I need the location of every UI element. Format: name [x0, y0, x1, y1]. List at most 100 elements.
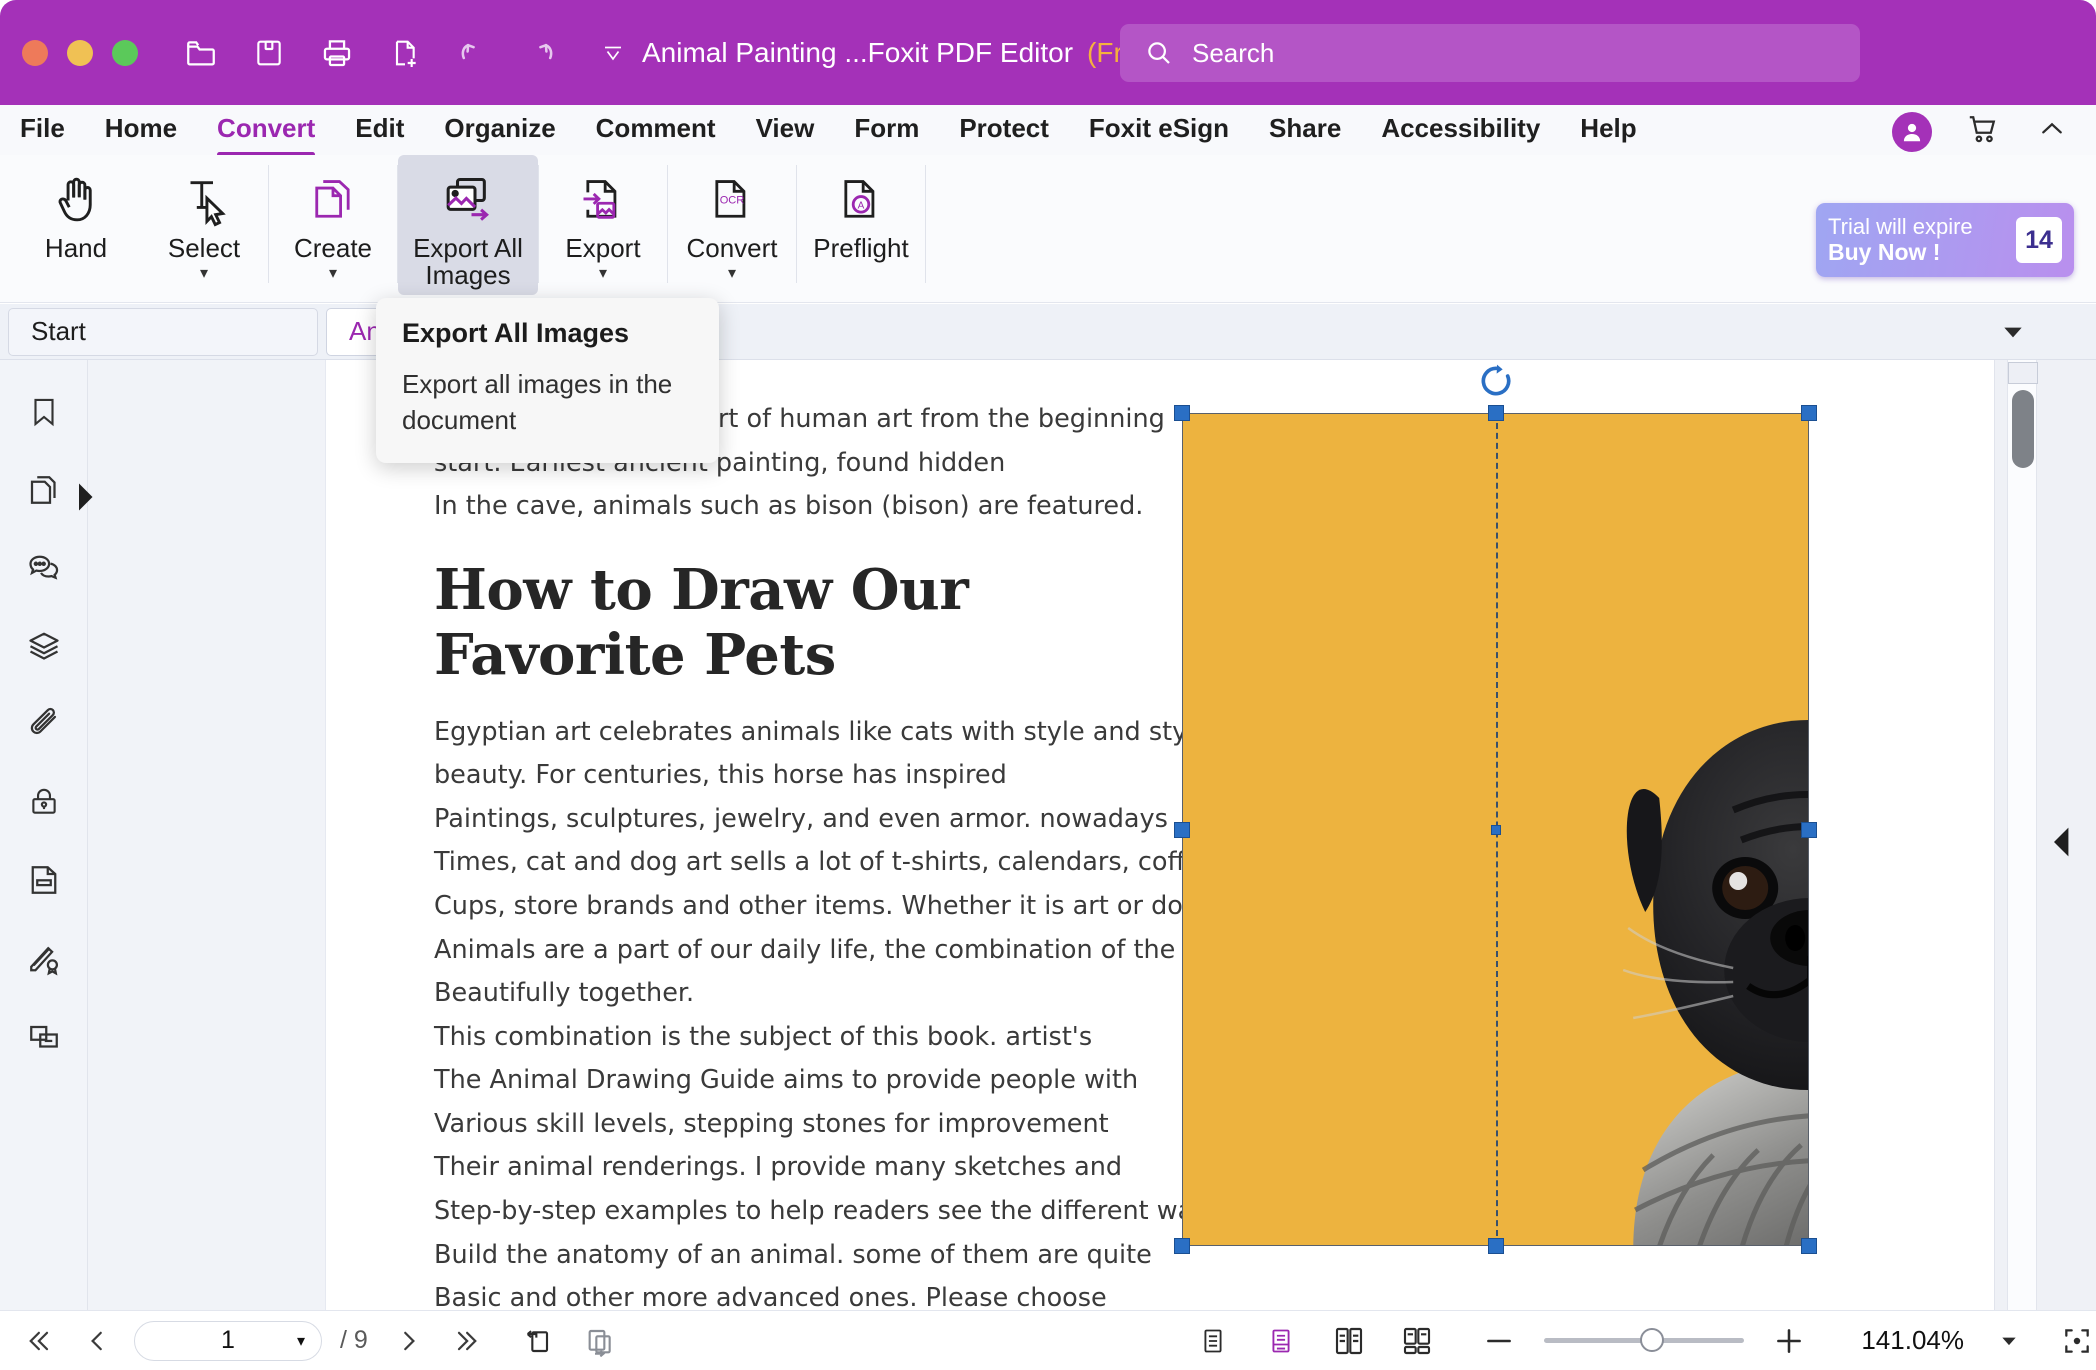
- comments-icon[interactable]: [16, 540, 72, 596]
- scrollbar-thumb[interactable]: [2012, 390, 2034, 468]
- print-icon[interactable]: [316, 32, 358, 74]
- expand-panel-icon[interactable]: [74, 480, 96, 514]
- create-pdf-icon[interactable]: [384, 32, 426, 74]
- body-line: Animals are a part of our daily life, th…: [434, 936, 1074, 966]
- body-line: beauty. For centuries, this horse has in…: [434, 761, 1074, 791]
- scroll-up-button[interactable]: [2008, 362, 2038, 384]
- maximize-window-button[interactable]: [112, 40, 138, 66]
- menu-item-accessibility[interactable]: Accessibility: [1381, 113, 1540, 148]
- continuous-scroll-layout-icon[interactable]: [1258, 1320, 1304, 1362]
- menu-item-convert[interactable]: Convert: [217, 113, 315, 148]
- account-avatar-icon[interactable]: [1892, 112, 1932, 152]
- resize-handle-bottom-center[interactable]: [1488, 1238, 1504, 1254]
- foxit-pdf-editor-window: Animal Painting ...Foxit PDF Editor (Fre…: [0, 0, 2096, 1370]
- zoom-out-icon[interactable]: [1476, 1320, 1522, 1362]
- pdf-page-1[interactable]: Animals have been part of human art from…: [326, 360, 1994, 1310]
- zoom-in-icon[interactable]: [1766, 1320, 1812, 1362]
- next-page-icon[interactable]: [386, 1320, 432, 1362]
- intro-line: In the cave, animals such as bison (biso…: [434, 492, 1074, 522]
- first-page-icon[interactable]: [14, 1320, 60, 1362]
- quick-access-toolbar: [180, 32, 562, 74]
- zoom-slider[interactable]: [1544, 1338, 1744, 1343]
- vertical-scrollbar[interactable]: [2007, 360, 2037, 1310]
- bookmark-icon[interactable]: [16, 384, 72, 440]
- open-folder-icon[interactable]: [180, 32, 222, 74]
- tool-export-caret-icon[interactable]: ▾: [599, 266, 607, 282]
- tool-select-caret-icon[interactable]: ▾: [200, 266, 208, 282]
- undo-icon[interactable]: [452, 32, 494, 74]
- minimize-window-button[interactable]: [67, 40, 93, 66]
- previous-view-icon[interactable]: [516, 1320, 562, 1362]
- signature-icon[interactable]: [16, 930, 72, 986]
- collapse-right-panel-icon[interactable]: [2050, 825, 2074, 859]
- page-number-value: 1: [221, 1326, 235, 1355]
- resize-handle-top-left[interactable]: [1174, 405, 1190, 421]
- shopping-cart-icon[interactable]: [1964, 111, 2002, 152]
- selection-center-handle[interactable]: [1491, 825, 1501, 835]
- next-view-icon[interactable]: [576, 1320, 622, 1362]
- menu-item-share[interactable]: Share: [1269, 113, 1341, 148]
- tool-export-all-images[interactable]: Export All Images: [398, 155, 538, 295]
- title-dropdown-icon[interactable]: [598, 38, 628, 68]
- menu-item-help[interactable]: Help: [1580, 113, 1636, 148]
- menu-item-organize[interactable]: Organize: [444, 113, 555, 148]
- resize-handle-top-center[interactable]: [1488, 405, 1504, 421]
- tool-preflight[interactable]: A Preflight: [797, 155, 925, 283]
- page-total-label: / 9: [340, 1326, 368, 1355]
- tool-convert-caret-icon[interactable]: ▾: [728, 266, 736, 282]
- stamps-icon[interactable]: [16, 1008, 72, 1064]
- tool-convert[interactable]: OCR Convert ▾: [668, 155, 796, 283]
- attachments-icon[interactable]: [16, 696, 72, 752]
- selected-image-object[interactable]: [1182, 413, 1809, 1246]
- layers-icon[interactable]: [16, 618, 72, 674]
- tool-hand[interactable]: Hand: [12, 155, 140, 283]
- page-number-input[interactable]: 1 ▾: [134, 1321, 322, 1361]
- single-page-layout-icon[interactable]: [1190, 1320, 1236, 1362]
- zoom-preset-caret-icon[interactable]: [1986, 1320, 2032, 1362]
- trial-buy-now-banner[interactable]: Trial will expire Buy Now ! 14: [1816, 203, 2074, 277]
- resize-handle-middle-right[interactable]: [1801, 822, 1817, 838]
- menu-item-file[interactable]: File: [20, 113, 65, 148]
- tool-create[interactable]: Create ▾: [269, 155, 397, 283]
- menu-item-comment[interactable]: Comment: [596, 113, 716, 148]
- body-line: Paintings, sculptures, jewelry, and even…: [434, 805, 1074, 835]
- last-page-icon[interactable]: [446, 1320, 492, 1362]
- zoom-slider-thumb[interactable]: [1640, 1328, 1664, 1352]
- form-field-icon[interactable]: [16, 852, 72, 908]
- resize-handle-bottom-left[interactable]: [1174, 1238, 1190, 1254]
- close-window-button[interactable]: [22, 40, 48, 66]
- two-page-layout-icon[interactable]: [1326, 1320, 1372, 1362]
- menu-item-edit[interactable]: Edit: [355, 113, 404, 148]
- tab-overflow-icon[interactable]: [1996, 316, 2030, 348]
- resize-handle-bottom-right[interactable]: [1801, 1238, 1817, 1254]
- menu-item-home[interactable]: Home: [105, 113, 177, 148]
- prev-page-icon[interactable]: [74, 1320, 120, 1362]
- document-viewport[interactable]: Animals have been part of human art from…: [88, 360, 1994, 1310]
- menu-item-view[interactable]: View: [756, 113, 815, 148]
- tool-hand-label: Hand: [45, 235, 107, 262]
- tooltip-description: Export all images in the document: [402, 367, 693, 439]
- menu-item-protect[interactable]: Protect: [959, 113, 1049, 148]
- resize-handle-middle-left[interactable]: [1174, 822, 1190, 838]
- resize-handle-top-right[interactable]: [1801, 405, 1817, 421]
- tool-select[interactable]: Select ▾: [140, 155, 268, 283]
- save-icon[interactable]: [248, 32, 290, 74]
- tool-export[interactable]: Export ▾: [539, 155, 667, 283]
- tool-create-caret-icon[interactable]: ▾: [329, 266, 337, 282]
- menu-item-foxit-esign[interactable]: Foxit eSign: [1089, 113, 1229, 148]
- rotate-icon[interactable]: [1476, 361, 1516, 401]
- tab-start[interactable]: Start: [8, 308, 318, 356]
- body-line: Beautifully together.: [434, 979, 1074, 1009]
- page-number-caret-icon[interactable]: ▾: [297, 1331, 305, 1351]
- menu-item-form[interactable]: Form: [854, 113, 919, 148]
- fit-page-icon[interactable]: [2054, 1320, 2096, 1362]
- redo-icon[interactable]: [520, 32, 562, 74]
- search-input[interactable]: Search: [1120, 24, 1860, 82]
- page-thumbnails-icon[interactable]: [16, 462, 72, 518]
- zoom-level-value[interactable]: 141.04%: [1834, 1325, 1964, 1356]
- security-lock-icon[interactable]: [16, 774, 72, 830]
- two-page-scroll-layout-icon[interactable]: [1394, 1320, 1440, 1362]
- export-all-images-tooltip: Export All Images Export all images in t…: [376, 298, 719, 463]
- menu-bar: File Home Convert Edit Organize Comment …: [0, 105, 2096, 155]
- collapse-ribbon-icon[interactable]: [2034, 113, 2070, 150]
